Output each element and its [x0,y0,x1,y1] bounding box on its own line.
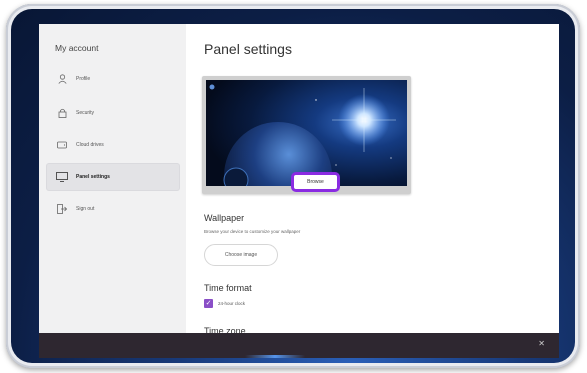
time-format-option[interactable]: ✓ 24-hour clock [204,299,245,308]
sidebar-item-label: Sign out [76,206,95,212]
lock-icon [55,106,69,120]
sidebar-item-profile[interactable]: Profile [47,66,179,92]
wallpaper-heading: Wallpaper [204,213,245,223]
wallpaper-description: Browse your device to customize your wal… [204,229,301,234]
sidebar-item-label: Profile [76,76,91,82]
app-window: My account Profile Security Cloud drives… [39,24,559,334]
sidebar-item-label: Cloud drives [76,142,104,148]
main-content: Panel settings Browse Wallpaper Browse y… [186,24,559,334]
sidebar-item-label: Security [76,110,95,116]
close-icon[interactable]: ✕ [538,339,545,348]
sign-out-icon [55,202,69,216]
sidebar-item-security[interactable]: Security [47,100,179,126]
sidebar: My account Profile Security Cloud drives… [39,24,186,334]
choose-image-button[interactable]: Choose image [204,244,278,266]
sidebar-item-sign-out[interactable]: Sign out [47,196,179,222]
cloud-drive-icon [55,138,69,152]
wallpaper-preview: Browse [202,76,411,194]
browse-button[interactable]: Browse [291,172,340,192]
monitor-icon [55,170,69,184]
sidebar-item-panel-settings[interactable]: Panel settings [47,164,179,190]
checkbox-24-hour[interactable]: ✓ [204,299,213,308]
checkbox-label: 24-hour clock [218,301,246,306]
sidebar-item-label: Panel settings [76,174,110,180]
wallpaper-image [206,80,407,186]
person-icon [55,72,69,86]
sidebar-item-cloud-drives[interactable]: Cloud drives [47,132,179,158]
sidebar-title: My account [55,43,99,53]
taskbar-highlight [245,355,305,358]
time-format-heading: Time format [204,283,252,293]
page-title: Panel settings [204,41,292,57]
taskbar: ✕ [39,333,559,358]
